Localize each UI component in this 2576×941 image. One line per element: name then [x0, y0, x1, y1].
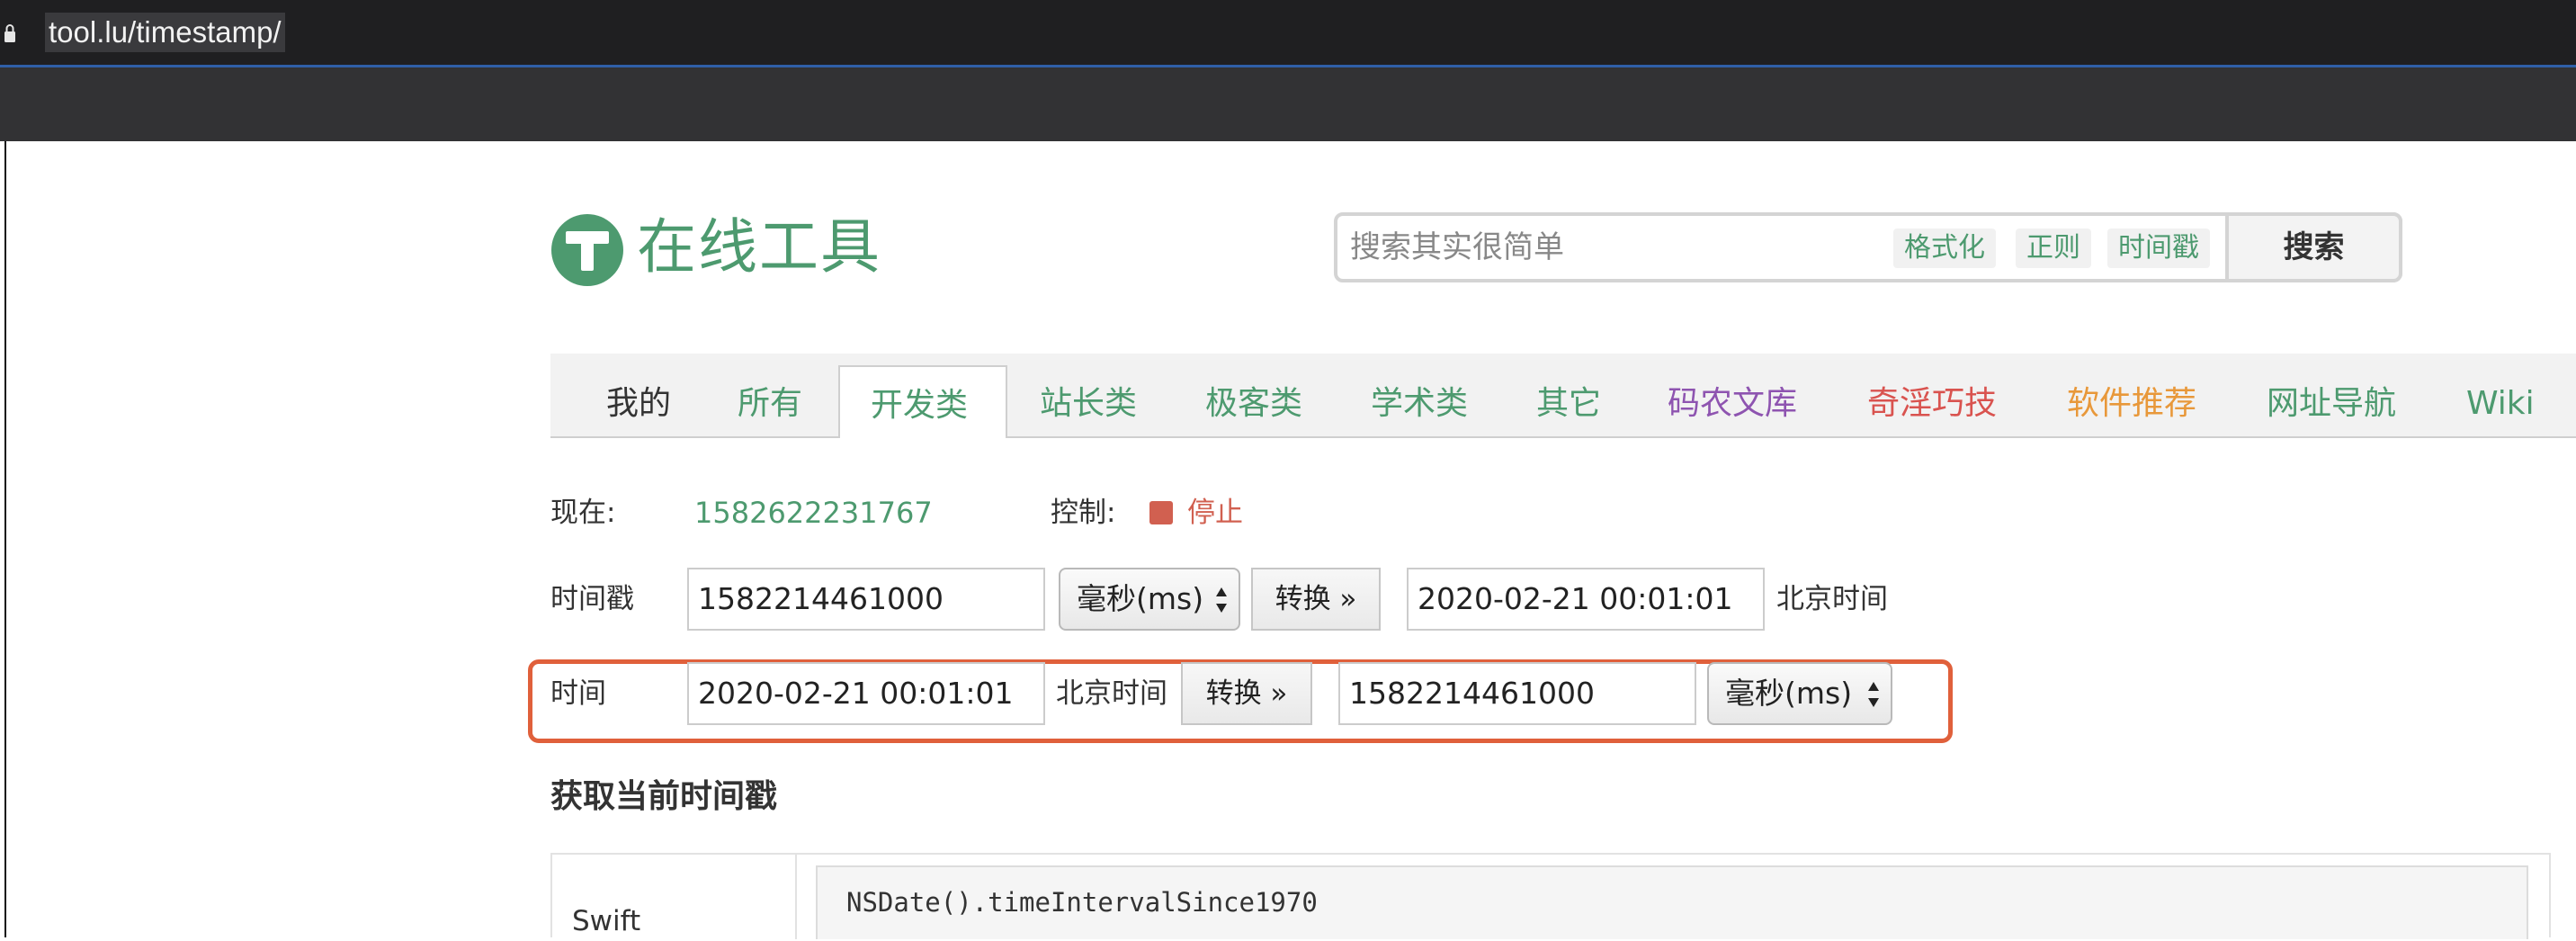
address-bar[interactable]: tool.lu/timestamp/	[0, 0, 2576, 67]
section-title: 获取当前时间戳	[550, 778, 778, 815]
lock-icon	[4, 24, 15, 42]
tab-other[interactable]: 其它	[1536, 382, 1601, 426]
nav-tabs: 我的 所有 开发类 站长类 极客类 学术类 其它 码农文库 奇淫巧技 软件推荐 …	[550, 354, 2576, 438]
timestamp-input[interactable]: 1582214461000	[687, 568, 1045, 631]
code-language: Swift	[572, 905, 641, 937]
now-label: 现在:	[550, 497, 616, 529]
tab-library[interactable]: 码农文库	[1668, 382, 1797, 426]
select-arrows-icon	[1868, 682, 1879, 707]
stop-button[interactable]: 停止	[1187, 493, 1243, 533]
tab-tricks[interactable]: 奇淫巧技	[1867, 382, 1997, 426]
time-input[interactable]: 2020-02-21 00:01:01	[687, 662, 1045, 725]
tab-dev[interactable]: 开发类	[871, 384, 968, 427]
tab-webmaster[interactable]: 站长类	[1040, 382, 1137, 426]
search-chip-timestamp[interactable]: 时间戳	[2107, 229, 2210, 268]
search-input[interactable]	[1350, 216, 1854, 279]
code-table: Swift NSDate().timeIntervalSince1970	[550, 853, 2551, 939]
code-text: NSDate().timeIntervalSince1970	[846, 887, 1318, 918]
code-block: NSDate().timeIntervalSince1970	[816, 865, 2528, 939]
timestamp-convert-button[interactable]: 转换 »	[1251, 568, 1381, 631]
stop-icon[interactable]	[1149, 501, 1173, 524]
control-label: 控制:	[1051, 497, 1116, 529]
tab-navigation[interactable]: 网址导航	[2267, 382, 2396, 426]
search-chip-format[interactable]: 格式化	[1893, 229, 1996, 268]
tab-software[interactable]: 软件推荐	[2067, 382, 2196, 426]
tab-academic[interactable]: 学术类	[1371, 382, 1468, 426]
logo-icon[interactable]	[550, 213, 624, 287]
search-chip-regex[interactable]: 正则	[2016, 229, 2091, 268]
site-title[interactable]: 在线工具	[637, 209, 881, 286]
select-arrows-icon	[1216, 587, 1227, 613]
tab-mine[interactable]: 我的	[606, 382, 671, 426]
tab-all[interactable]: 所有	[738, 382, 802, 426]
timestamp-row-label: 时间戳	[550, 583, 634, 615]
code-lang-cell: Swift	[552, 855, 797, 939]
search-button[interactable]: 搜索	[2225, 212, 2402, 282]
time-result-field[interactable]: 1582214461000	[1338, 662, 1696, 725]
time-unit-value: 毫秒(ms)	[1725, 676, 1853, 711]
browser-toolbar	[0, 67, 2576, 141]
tab-wiki[interactable]: Wiki	[2466, 382, 2535, 426]
timestamp-unit-value: 毫秒(ms)	[1077, 581, 1204, 616]
url-text[interactable]: tool.lu/timestamp/	[45, 13, 285, 52]
time-row-label: 时间	[550, 677, 606, 710]
timestamp-zone-label: 北京时间	[1776, 583, 1888, 615]
time-zone-label: 北京时间	[1056, 677, 1167, 710]
time-convert-button[interactable]: 转换 »	[1181, 662, 1312, 725]
timestamp-unit-select[interactable]: 毫秒(ms)	[1059, 568, 1240, 631]
now-timestamp: 1582622231767	[694, 496, 933, 530]
search-box: 格式化 正则 时间戳 搜索	[1334, 212, 2402, 282]
time-unit-select[interactable]: 毫秒(ms)	[1707, 662, 1892, 725]
timestamp-result-field[interactable]: 2020-02-21 00:01:01	[1407, 568, 1765, 631]
tab-geek[interactable]: 极客类	[1205, 382, 1302, 426]
